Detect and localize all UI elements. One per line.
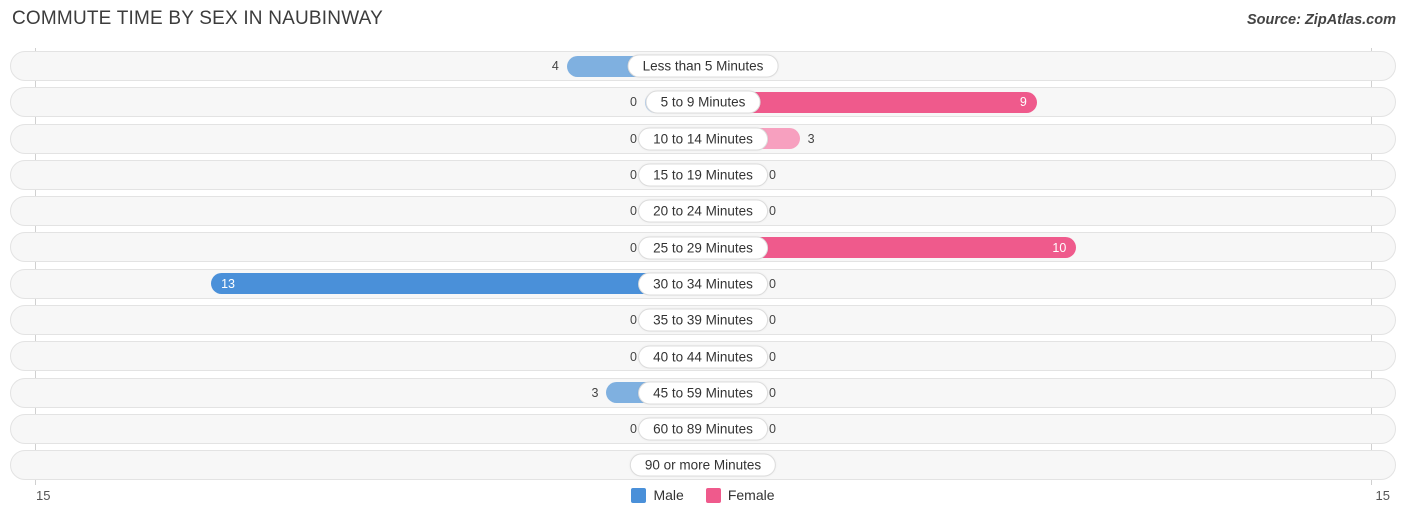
legend-swatch-male-icon — [631, 487, 647, 503]
legend-label-male: Male — [653, 487, 684, 503]
chart-plot-area: 40Less than 5 Minutes095 to 9 Minutes031… — [0, 48, 1406, 485]
category-label: 20 to 24 Minutes — [638, 199, 768, 223]
bar-value-male: 0 — [630, 95, 637, 110]
category-label: 10 to 14 Minutes — [638, 127, 768, 151]
chart-header: COMMUTE TIME BY SEX IN NAUBINWAY Source:… — [0, 0, 1406, 40]
chart-row: 0 0 60 to 89 Minutes — [0, 411, 1406, 447]
bar-value-male: 13 — [221, 276, 235, 291]
bar-value-female: 0 — [769, 313, 776, 328]
bar-value-female: 9 — [1019, 95, 1027, 110]
category-label: 40 to 44 Minutes — [638, 345, 768, 369]
legend-swatch-female-icon — [705, 487, 721, 503]
category-label: 30 to 34 Minutes — [638, 272, 768, 296]
bar-value-male: 0 — [630, 240, 637, 255]
category-label: 90 or more Minutes — [629, 453, 777, 477]
category-label: 15 to 19 Minutes — [638, 163, 768, 187]
chart-row: 13 0 30 to 34 Minutes — [0, 266, 1406, 302]
bar-value-female: 0 — [769, 349, 776, 364]
bar-value-female: 0 — [769, 422, 776, 437]
category-label: 60 to 89 Minutes — [638, 417, 768, 441]
bar-value-male: 3 — [591, 385, 599, 400]
chart-row: 0 0 40 to 44 Minutes — [0, 338, 1406, 374]
chart-row: 0090 or more Minutes — [0, 447, 1406, 483]
category-label: 35 to 39 Minutes — [638, 308, 768, 332]
bar-value-male: 0 — [630, 168, 637, 183]
bar-value-female: 0 — [769, 385, 776, 400]
chart-footer: 15 15 Male Female — [0, 485, 1406, 523]
category-label: Less than 5 Minutes — [627, 54, 779, 78]
category-label: 45 to 59 Minutes — [638, 381, 768, 405]
chart-row: 0 0 35 to 39 Minutes — [0, 302, 1406, 338]
bar-value-male: 0 — [630, 313, 637, 328]
bar-value-female: 0 — [769, 204, 776, 219]
legend-item-female[interactable]: Female — [705, 487, 775, 503]
category-label: 5 to 9 Minutes — [645, 90, 761, 114]
chart-row: 0 0 20 to 24 Minutes — [0, 193, 1406, 229]
page-title: COMMUTE TIME BY SEX IN NAUBINWAY — [12, 8, 383, 29]
category-label: 25 to 29 Minutes — [638, 236, 768, 260]
chart-legend: Male Female — [0, 487, 1406, 503]
bar-value-male: 4 — [551, 59, 559, 74]
bar-value-female: 10 — [1052, 240, 1067, 255]
bar-value-female: 0 — [769, 168, 776, 183]
bar-value-male: 0 — [630, 131, 637, 146]
chart-row: 0 0 15 to 19 Minutes — [0, 157, 1406, 193]
chart-row: 0 3 10 to 14 Minutes — [0, 121, 1406, 157]
legend-item-male[interactable]: Male — [631, 487, 684, 503]
bar-value-female: 0 — [769, 276, 776, 291]
chart-row: 40Less than 5 Minutes — [0, 48, 1406, 84]
bar-value-male: 0 — [630, 422, 637, 437]
source-attribution: Source: ZipAtlas.com — [1246, 12, 1396, 28]
bar-value-female: 3 — [807, 131, 815, 146]
chart-row: 3 0 45 to 59 Minutes — [0, 375, 1406, 411]
chart-row: 0 9 5 to 9 Minutes — [0, 84, 1406, 120]
bar-value-male: 0 — [630, 349, 637, 364]
legend-label-female: Female — [727, 487, 775, 503]
bar-value-male: 0 — [630, 204, 637, 219]
chart-row: 0 10 25 to 29 Minutes — [0, 229, 1406, 265]
